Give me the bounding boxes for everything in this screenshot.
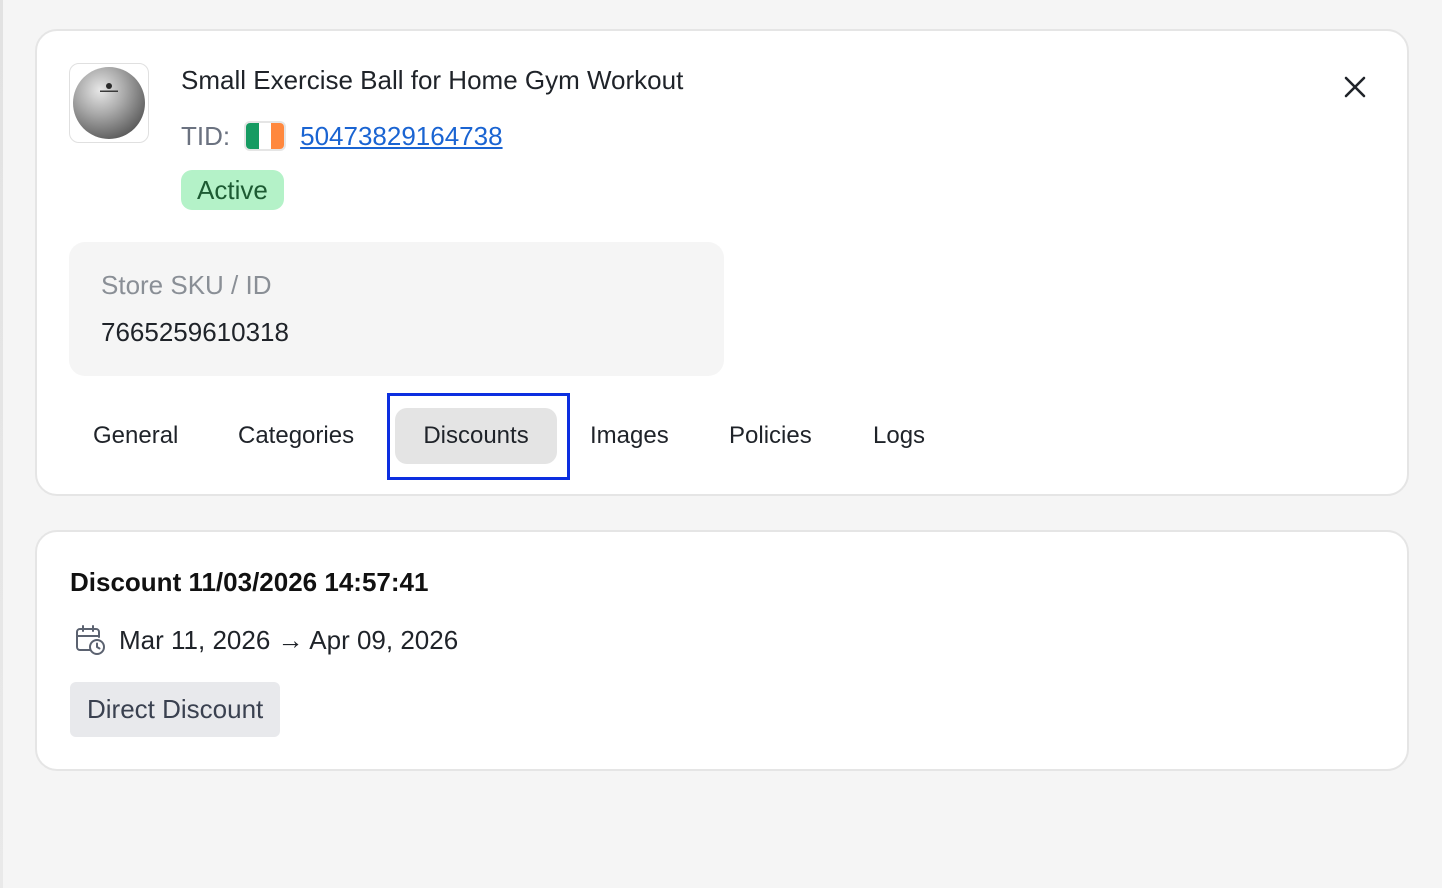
store-sku-label: Store SKU / ID [101, 270, 272, 300]
discount-card: Discount 11/03/2026 14:57:41 Mar 11, 202… [35, 530, 1409, 771]
tab-general[interactable]: General [93, 408, 178, 464]
tab-images[interactable]: Images [590, 408, 669, 464]
product-thumbnail [69, 63, 149, 143]
close-icon [1344, 76, 1366, 98]
product-title: Small Exercise Ball for Home Gym Workout [181, 65, 684, 95]
tid-label: TID: [181, 120, 231, 151]
tid-row: TID: 50473829164738 [181, 118, 503, 154]
exercise-ball-image [73, 67, 145, 139]
discount-type-chip: Direct Discount [70, 682, 281, 737]
tab-policies[interactable]: Policies [729, 408, 812, 464]
close-button[interactable] [1337, 69, 1373, 105]
left-edge-divider [0, 0, 3, 888]
tid-link[interactable]: 50473829164738 [300, 121, 502, 152]
discount-date-range: Mar 11, 2026 → Apr 09, 2026 [119, 624, 459, 655]
store-sku-value: 7665259610318 [101, 317, 289, 347]
discount-date-row: Mar 11, 2026 → Apr 09, 2026 [73, 620, 458, 660]
store-sku-box: Store SKU / ID 7665259610318 [69, 242, 724, 376]
status-badge: Active [181, 170, 284, 210]
discount-title: Discount 11/03/2026 14:57:41 [70, 567, 429, 597]
product-card: Small Exercise Ball for Home Gym Workout… [35, 29, 1409, 496]
calendar-clock-icon [76, 625, 105, 655]
tab-categories[interactable]: Categories [238, 408, 354, 464]
tab-logs[interactable]: Logs [873, 408, 925, 464]
ireland-flag-icon [244, 121, 287, 151]
tab-discounts[interactable]: Discounts [395, 408, 557, 464]
